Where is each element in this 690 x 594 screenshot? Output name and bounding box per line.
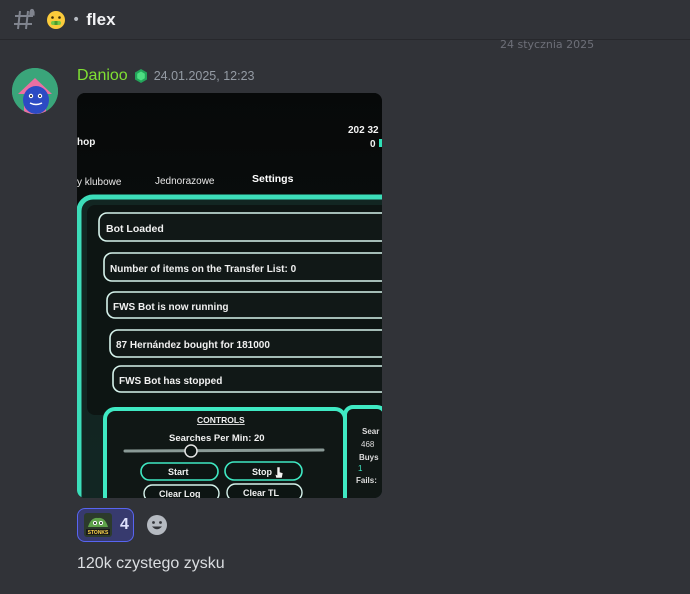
channel-header: • flex — [0, 0, 690, 40]
side-stat-1: Sear — [362, 427, 379, 436]
controls-title: CONTROLS — [197, 415, 245, 425]
date-divider: 24 stycznia 2025 — [500, 38, 595, 51]
author-username[interactable]: Danioo — [77, 67, 128, 85]
side-stat-3: Buys — [359, 453, 379, 462]
add-reaction-smiley-icon[interactable] — [146, 514, 168, 536]
message-header: Danioo 24.01.2025, 12:23 — [77, 67, 255, 85]
channel-name[interactable]: flex — [86, 10, 115, 30]
image-attachment[interactable]: hop 202 32 0 y klubowe Jednorazowe Setti… — [77, 93, 382, 498]
reaction-stonks[interactable]: STONKS 4 — [77, 508, 134, 542]
photo-tab-1: y klubowe — [77, 177, 122, 188]
stop-button-label: Stop — [252, 467, 272, 477]
photo-top-number: 202 32 — [348, 125, 379, 136]
searches-label: Searches Per Min: 20 — [169, 433, 265, 444]
stonks-emoji-icon: STONKS — [84, 513, 112, 537]
log-line-1: Bot Loaded — [106, 223, 164, 235]
message-content: 120k czystego zysku — [77, 555, 225, 572]
green-gem-icon[interactable] — [133, 68, 149, 84]
clear-log-button-label: Clear Log — [159, 489, 201, 498]
text-channel-hash-icon — [12, 8, 36, 32]
side-stat-5: Fails: — [356, 476, 377, 485]
log-line-2: Number of items on the Transfer List: 0 — [110, 264, 297, 275]
photo-tab-3: Settings — [252, 173, 294, 185]
photo-top-small: 0 — [370, 139, 376, 150]
side-stat-2: 468 — [361, 440, 375, 449]
start-button-label: Start — [168, 467, 189, 477]
clear-tl-button-label: Clear TL — [243, 488, 280, 498]
reactions-bar: STONKS 4 — [77, 508, 168, 542]
log-line-5: FWS Bot has stopped — [119, 376, 222, 387]
bot-ui-photo: hop 202 32 0 y klubowe Jednorazowe Setti… — [77, 93, 382, 498]
log-line-4: 87 Hernández bought for 181000 — [116, 340, 270, 351]
avatar[interactable] — [12, 68, 58, 114]
photo-tab-2: Jednorazowe — [155, 176, 215, 187]
side-stat-4: 1 — [358, 464, 363, 473]
reaction-count: 4 — [120, 516, 129, 533]
channel-separator: • — [72, 11, 81, 28]
log-line-3: FWS Bot is now running — [113, 302, 229, 313]
photo-tab-partial: hop — [77, 137, 95, 148]
message-timestamp: 24.01.2025, 12:23 — [153, 69, 255, 83]
money-mouth-face-icon — [46, 10, 66, 30]
stonks-emoji-label: STONKS — [88, 530, 109, 536]
